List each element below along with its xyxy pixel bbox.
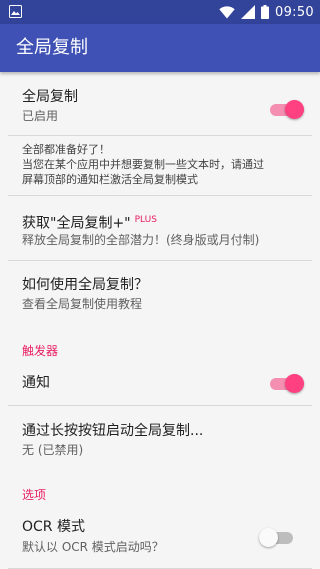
triggers-section-header: 触发器	[22, 344, 59, 358]
global-copy-row[interactable]: 全局复制 已启用	[0, 78, 320, 132]
ocr-title: OCR 模式	[22, 519, 85, 535]
ocr-switch[interactable]	[259, 526, 293, 547]
how-to-subtitle: 查看全局复制使用教程	[22, 297, 143, 311]
get-plus-label: 获取"全局复制+"	[22, 215, 131, 232]
get-plus-row[interactable]: 获取"全局复制+" PLUS 释放全局复制的全部潜力！(终身版或月付制)	[0, 196, 320, 252]
notification-title: 通知	[22, 375, 50, 391]
ready-note-line-3: 屏幕顶部的通知栏激活全局复制模式	[22, 173, 198, 186]
status-bar: 09:50	[0, 0, 320, 24]
ready-note: 全部都准备好了！ 当您在某个应用中并想要复制一些文本时，请通过 屏幕顶部的通知栏…	[0, 136, 320, 192]
signal-icon	[241, 5, 256, 19]
switch-thumb	[259, 528, 278, 547]
ready-note-line-1: 全部都准备好了！	[22, 143, 110, 156]
switch-thumb	[285, 100, 304, 119]
notification-switch[interactable]	[270, 372, 304, 393]
wifi-icon	[219, 5, 235, 18]
how-to-row[interactable]: 如何使用全局复制？ 查看全局复制使用教程	[0, 261, 320, 319]
global-copy-title: 全局复制	[22, 89, 78, 105]
get-plus-subtitle: 释放全局复制的全部潜力！(终身版或月付制)	[22, 233, 260, 247]
options-section-header: 选项	[22, 488, 47, 502]
long-press-row[interactable]: 通过长按按钮启动全局复制... 无 (已禁用)	[0, 406, 320, 462]
long-press-title: 通过长按按钮启动全局复制...	[22, 423, 204, 439]
clock: 09:50	[275, 4, 314, 20]
how-to-title: 如何使用全局复制？	[22, 277, 148, 293]
global-copy-status: 已启用	[22, 109, 59, 123]
page-title: 全局复制	[16, 37, 88, 58]
switch-thumb	[285, 374, 304, 393]
battery-icon	[261, 5, 270, 19]
global-copy-switch[interactable]	[270, 98, 304, 119]
app-bar: 全局复制	[0, 24, 320, 72]
image-icon	[9, 5, 22, 18]
ocr-subtitle: 默认以 OCR 模式启动吗？	[22, 540, 164, 554]
ocr-row[interactable]: OCR 模式 默认以 OCR 模式启动吗？	[0, 510, 320, 566]
status-icons: 09:50	[219, 3, 314, 21]
long-press-subtitle: 无 (已禁用)	[22, 443, 84, 457]
plus-badge: PLUS	[134, 215, 157, 225]
get-plus-title: 获取"全局复制+" PLUS	[22, 211, 157, 233]
ready-note-line-2: 当您在某个应用中并想要复制一些文本时，请通过	[22, 158, 264, 171]
settings-list: 全局复制 已启用 全部都准备好了！ 当您在某个应用中并想要复制一些文本时，请通过…	[0, 72, 320, 569]
notification-row[interactable]: 通知	[0, 366, 320, 400]
